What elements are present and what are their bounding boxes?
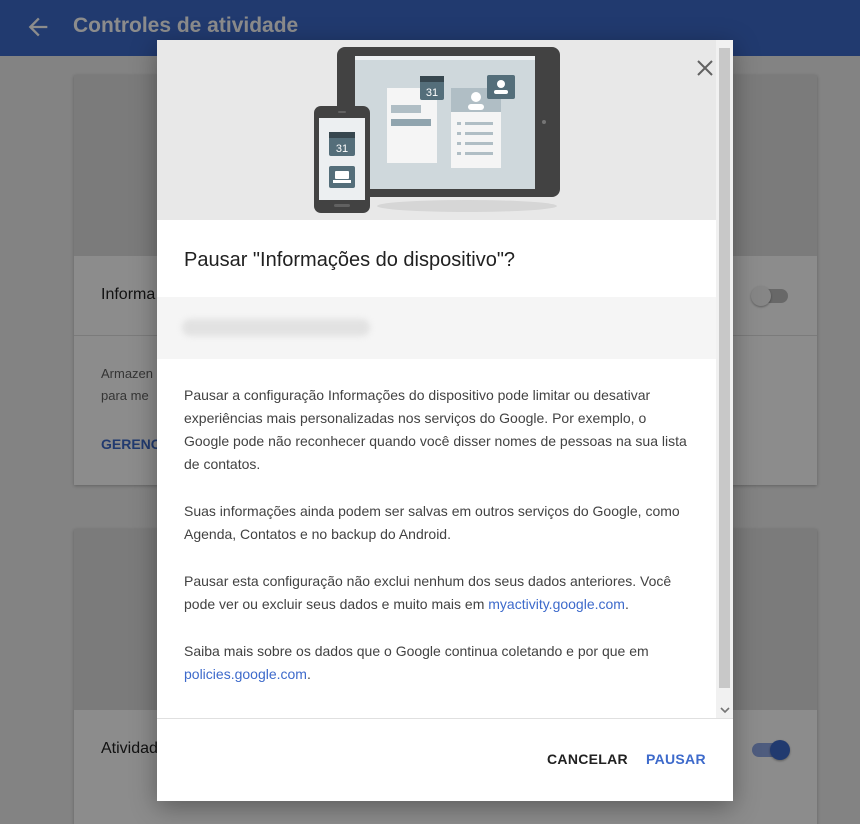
body-paragraph-1: Pausar a configuração Informações do dis… [184, 387, 687, 472]
scrollbar-thumb[interactable] [719, 48, 730, 688]
device-illustration: 31 31 [157, 40, 716, 220]
dialog-actions: CANCELAR PAUSAR [157, 719, 733, 801]
body-paragraph-2: Suas informações ainda podem ser salvas … [184, 503, 680, 542]
paragraph-4-end: . [306, 666, 311, 682]
dialog-body: Pausar a configuração Informações do dis… [184, 384, 692, 710]
pause-button[interactable]: PAUSAR [646, 747, 706, 771]
close-icon[interactable] [693, 56, 717, 80]
paragraph-3-end: . [624, 596, 629, 612]
myactivity-link[interactable]: myactivity.google.com [488, 596, 625, 612]
pause-dialog: 31 31 Pausar "Informações do dispositivo… [157, 40, 733, 801]
dialog-scrollbar[interactable] [716, 40, 733, 718]
account-row [157, 297, 716, 359]
body-paragraph-4: Saiba mais sobre os dados que o Google c… [184, 640, 692, 686]
cancel-button[interactable]: CANCELAR [547, 747, 628, 771]
dialog-title: Pausar "Informações do dispositivo"? [184, 249, 516, 271]
blurred-account-email [182, 319, 370, 336]
tablet-calendar-day: 31 [426, 87, 438, 99]
phone-calendar-day: 31 [336, 143, 348, 155]
devices-illustration-icon: 31 31 [314, 47, 560, 213]
body-paragraph-3: Pausar esta configuração não exclui nenh… [184, 570, 692, 616]
policies-link[interactable]: policies.google.com [184, 666, 307, 682]
scroll-down-arrow-icon[interactable] [720, 702, 730, 714]
paragraph-4-text: Saiba mais sobre os dados que o Google c… [184, 643, 649, 659]
